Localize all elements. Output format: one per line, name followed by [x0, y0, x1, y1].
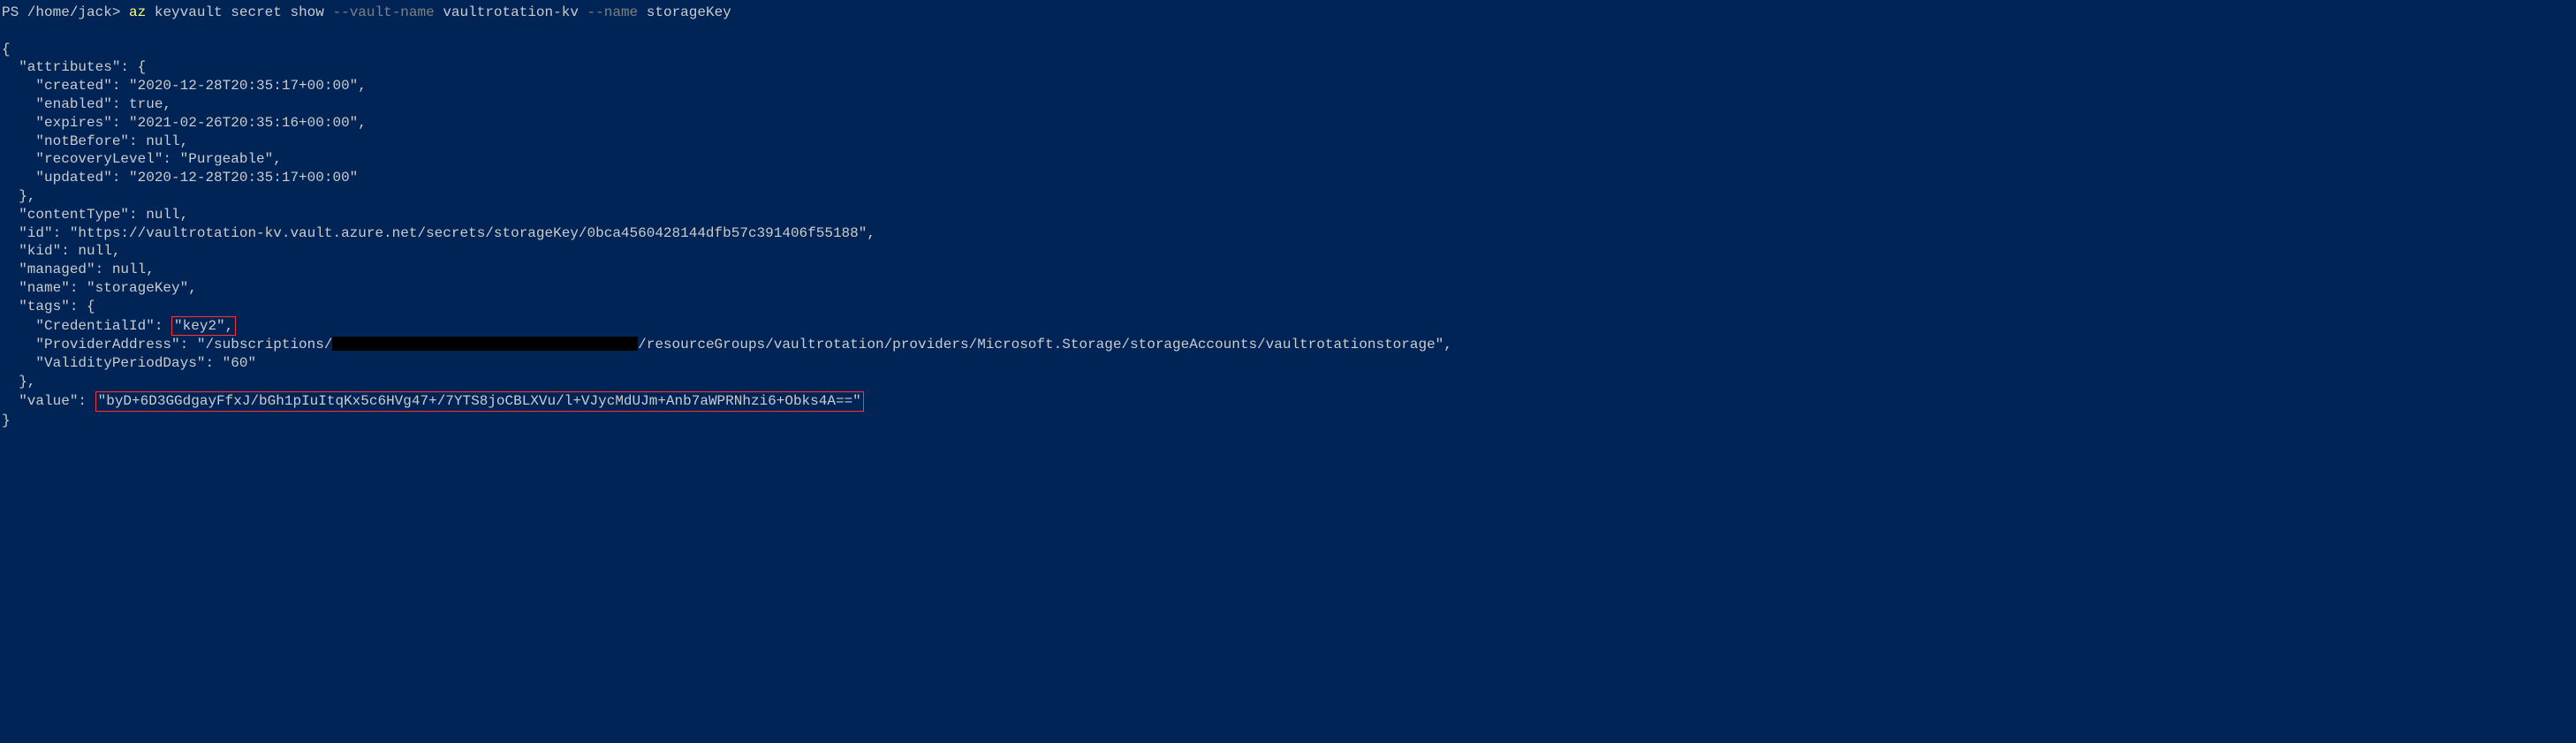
highlight-value: "byD+6D3GGdgayFfxJ/bGh1pIuItqKx5c6HVg47+… — [95, 391, 864, 412]
flag-name: --name — [587, 4, 639, 20]
output-line: "enabled": true, — [2, 96, 171, 112]
az-command: az — [129, 4, 146, 20]
output-line: "managed": null, — [2, 262, 155, 277]
output-line: "contentType": null, — [2, 207, 188, 223]
output-line: "created": "2020-12-28T20:35:17+00:00", — [2, 78, 367, 94]
highlight-credentialid: "key2", — [171, 316, 236, 337]
output-line-value: "value": "byD+6D3GGdgayFfxJ/bGh1pIuItqKx… — [2, 393, 864, 409]
output-line: "name": "storageKey", — [2, 280, 197, 296]
output-line: "id": "https://vaultrotation-kv.vault.az… — [2, 225, 875, 241]
ps-prompt: PS /home/jack> — [2, 4, 120, 20]
flag-vault-name: --vault-name — [332, 4, 434, 20]
arg-vault-name: vaultrotation-kv — [443, 4, 579, 20]
output-line: "expires": "2021-02-26T20:35:16+00:00", — [2, 115, 367, 131]
output-line: }, — [2, 374, 35, 390]
output-line-credentialid: "CredentialId": "key2", — [2, 318, 236, 334]
output-line: } — [2, 413, 11, 428]
output-line: "tags": { — [2, 299, 95, 315]
output-line: { — [2, 42, 11, 57]
output-line: "notBefore": null, — [2, 133, 188, 149]
output-line: "updated": "2020-12-28T20:35:17+00:00" — [2, 170, 358, 186]
output-line: "recoveryLevel": "Purgeable", — [2, 151, 282, 167]
arg-name: storageKey — [647, 4, 731, 20]
output-line: "attributes": { — [2, 59, 146, 75]
redacted-subscription — [332, 337, 638, 351]
output-line: }, — [2, 188, 35, 204]
output-line: "ValidityPeriodDays": "60" — [2, 355, 256, 371]
subcommand: keyvault secret show — [155, 4, 324, 20]
command-line[interactable]: PS /home/jack> az keyvault secret show -… — [2, 4, 2576, 22]
output-line: "kid": null, — [2, 243, 120, 259]
output-line-provider: "ProviderAddress": "/subscriptions/ /res… — [2, 337, 1452, 353]
